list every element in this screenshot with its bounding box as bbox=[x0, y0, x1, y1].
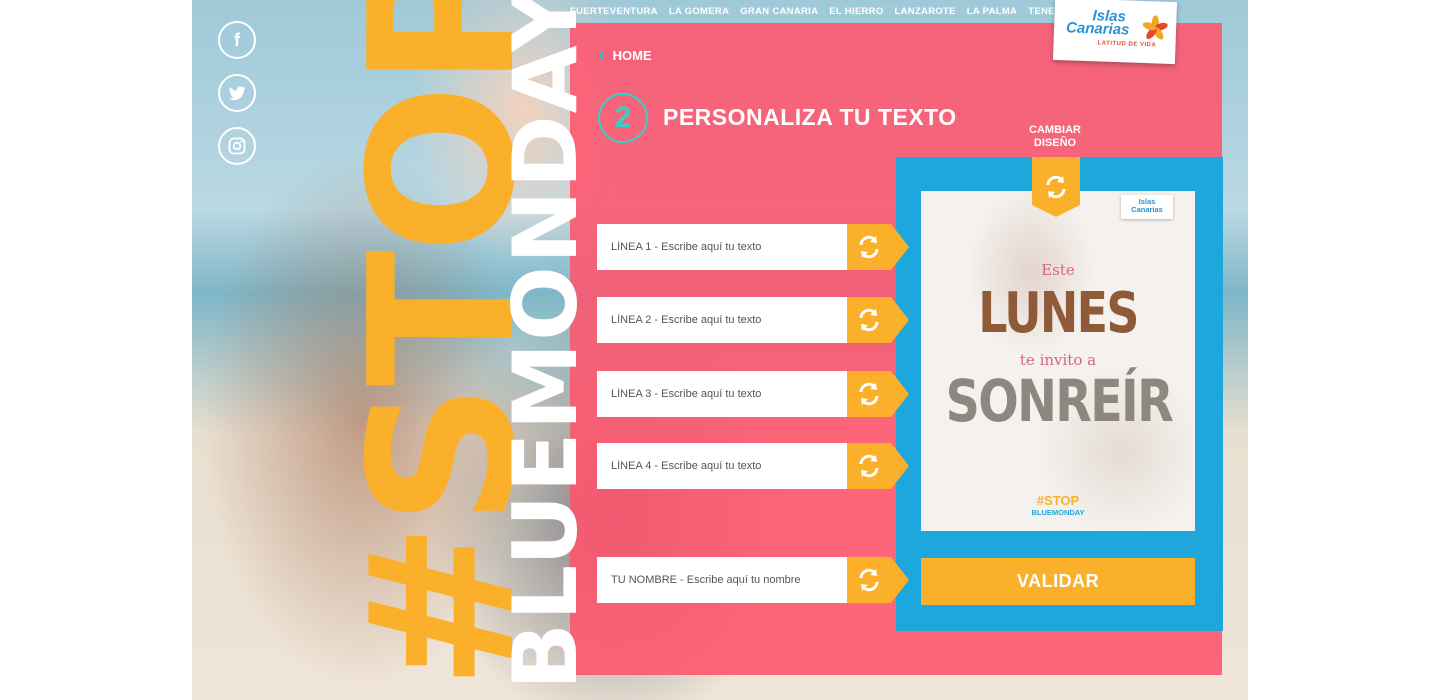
preview-logo-line-2: Canarias bbox=[1131, 205, 1163, 214]
canarias-flower-icon bbox=[1142, 15, 1168, 40]
preview-line-4: SONREÍR bbox=[945, 367, 1174, 435]
island-nav: FUERTEVENTURA LA GOMERA GRAN CANARIA EL … bbox=[570, 6, 1078, 17]
line-2-input[interactable] bbox=[597, 297, 847, 343]
home-label: HOME bbox=[612, 47, 652, 63]
brand-name: Islas Canarias bbox=[1065, 7, 1130, 39]
step-number-badge: 2 bbox=[598, 93, 648, 143]
brand-tagline: LATITUD DE VIDA bbox=[1097, 40, 1157, 49]
shuffle-name-button[interactable] bbox=[847, 557, 909, 603]
preview-hashtag-bluemonday: BLUEMONDAY bbox=[1031, 508, 1085, 517]
text-row-1 bbox=[597, 224, 909, 270]
step-number: 2 bbox=[614, 101, 632, 134]
line-1-input[interactable] bbox=[597, 224, 847, 270]
home-link[interactable]: ‹ HOME bbox=[598, 45, 652, 65]
nav-el-hierro[interactable]: EL HIERRO bbox=[829, 6, 883, 17]
nav-la-palma[interactable]: LA PALMA bbox=[967, 6, 1017, 17]
refresh-icon bbox=[859, 382, 879, 406]
text-row-4 bbox=[597, 443, 909, 489]
text-row-3 bbox=[597, 371, 909, 417]
shuffle-line-1-button[interactable] bbox=[847, 224, 909, 270]
name-input[interactable] bbox=[597, 557, 847, 603]
text-row-2 bbox=[597, 297, 909, 343]
refresh-icon bbox=[859, 454, 879, 478]
preview-line-2: LUNES bbox=[978, 281, 1139, 346]
facebook-icon[interactable]: f bbox=[218, 21, 256, 59]
preview-brand-logo: Islas Canarias bbox=[1121, 195, 1173, 219]
name-row bbox=[597, 557, 909, 603]
step-title: PERSONALIZA TU TEXTO bbox=[663, 104, 957, 130]
nav-lanzarote[interactable]: LANZAROTE bbox=[895, 6, 956, 17]
chevron-left-icon: ‹ bbox=[598, 44, 605, 66]
shuffle-line-2-button[interactable] bbox=[847, 297, 909, 343]
twitter-icon[interactable] bbox=[218, 74, 256, 112]
instagram-icon[interactable] bbox=[218, 127, 256, 165]
hero-background: f #STOP FUERTEVENTURA LA GOMERA GRAN CAN… bbox=[192, 0, 1248, 700]
refresh-icon bbox=[859, 568, 879, 592]
shuffle-line-3-button[interactable] bbox=[847, 371, 909, 417]
preview-line-1: Este bbox=[1041, 261, 1075, 279]
shuffle-line-4-button[interactable] bbox=[847, 443, 909, 489]
twitter-bird-icon bbox=[228, 86, 246, 101]
customize-panel: ‹ HOME 2 PERSONALIZA TU TEXTO CAMBIAR DI… bbox=[570, 23, 1223, 675]
validate-button[interactable]: VALIDAR bbox=[921, 558, 1195, 605]
line-3-input[interactable] bbox=[597, 371, 847, 417]
brand-name-line-2: Canarias bbox=[1065, 19, 1130, 39]
instagram-camera-icon bbox=[228, 137, 246, 155]
islas-canarias-logo[interactable]: Islas Canarias LATITUD DE VIDA bbox=[1052, 0, 1178, 65]
change-design-button[interactable] bbox=[1032, 157, 1080, 217]
preview-hashtag-stop: #STOP bbox=[1036, 493, 1080, 508]
refresh-icon bbox=[859, 308, 879, 332]
nav-gran-canaria[interactable]: GRAN CANARIA bbox=[740, 6, 818, 17]
refresh-icon bbox=[859, 235, 879, 259]
card-preview: Islas Canarias Este LUNES te invito a SO… bbox=[921, 191, 1195, 531]
bluemonday-title: BLUEMONDAY bbox=[494, 0, 597, 690]
line-4-input[interactable] bbox=[597, 443, 847, 489]
facebook-glyph: f bbox=[234, 29, 240, 50]
change-design-label: CAMBIAR DISEÑO bbox=[1029, 124, 1081, 149]
nav-la-gomera[interactable]: LA GOMERA bbox=[669, 6, 729, 17]
